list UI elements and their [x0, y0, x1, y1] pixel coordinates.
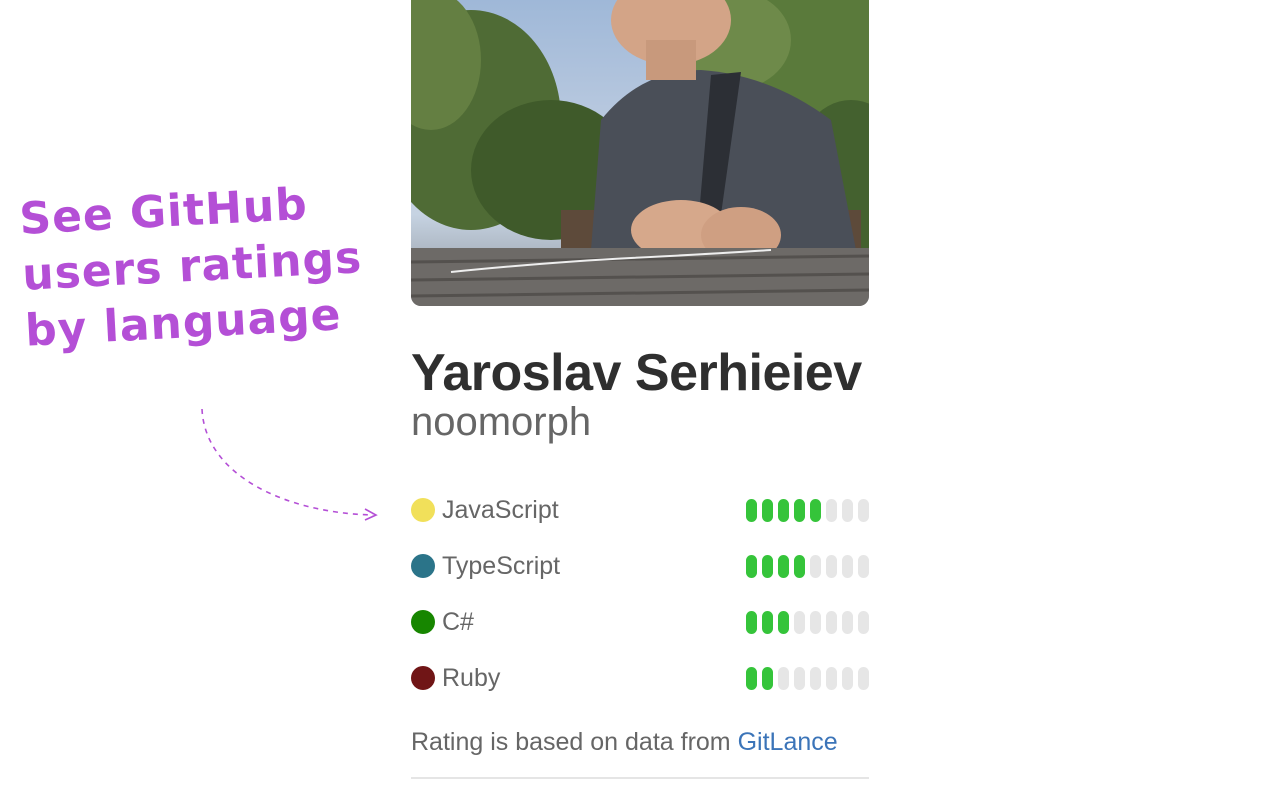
gitlance-link[interactable]: GitLance — [738, 728, 838, 756]
rating-bar-filled — [778, 554, 789, 578]
rating-bar-empty — [842, 666, 853, 690]
rating-bar-filled — [778, 610, 789, 634]
rating-bars — [746, 610, 869, 634]
rating-bar-filled — [762, 666, 773, 690]
rating-bar-filled — [794, 498, 805, 522]
language-name: Ruby — [442, 663, 501, 692]
rating-bar-empty — [826, 554, 837, 578]
language-ratings: JavaScript TypeScript C# Ruby — [411, 482, 869, 706]
rating-bar-empty — [842, 610, 853, 634]
rating-bar-filled — [762, 554, 773, 578]
annotation-text: See GitHub users ratings by language — [18, 173, 396, 360]
rating-bar-filled — [746, 554, 757, 578]
rating-bars — [746, 666, 869, 690]
rating-bar-empty — [858, 554, 869, 578]
language-name: JavaScript — [442, 495, 559, 524]
language-row: JavaScript — [411, 482, 869, 538]
rating-bar-filled — [762, 498, 773, 522]
language-row: TypeScript — [411, 538, 869, 594]
language-name: TypeScript — [442, 551, 561, 580]
rating-bar-filled — [746, 498, 757, 522]
language-color-dot — [411, 554, 435, 578]
language-row: C# — [411, 594, 869, 650]
language-name: C# — [442, 607, 474, 636]
rating-bar-empty — [810, 554, 821, 578]
rating-bar-filled — [810, 498, 821, 522]
rating-bar-filled — [778, 498, 789, 522]
rating-bar-filled — [746, 666, 757, 690]
language-row: Ruby — [411, 650, 869, 706]
rating-source-text: Rating is based on data from — [411, 728, 731, 756]
rating-bar-empty — [794, 666, 805, 690]
dashed-arrow — [201, 408, 378, 521]
rating-bar-empty — [842, 554, 853, 578]
profile-card: Yaroslav Serhieiev noomorph JavaScript T… — [411, 0, 869, 779]
profile-name: Yaroslav Serhieiev — [411, 344, 862, 402]
rating-bar-empty — [826, 610, 837, 634]
rating-bar-empty — [858, 498, 869, 522]
profile-photo — [411, 0, 869, 306]
rating-bar-filled — [762, 610, 773, 634]
profile-login: noomorph — [411, 400, 592, 444]
rating-bar-filled — [746, 610, 757, 634]
rating-bars — [746, 554, 869, 578]
rating-bar-empty — [778, 666, 789, 690]
rating-bars — [746, 498, 869, 522]
rating-bar-empty — [826, 666, 837, 690]
rating-bar-empty — [842, 498, 853, 522]
rating-bar-empty — [794, 610, 805, 634]
rating-bar-filled — [794, 554, 805, 578]
language-color-dot — [411, 610, 435, 634]
rating-source-note: Rating is based on data from GitLance — [411, 728, 869, 779]
rating-bar-empty — [810, 666, 821, 690]
profile-photo-illustration — [411, 0, 869, 306]
rating-bar-empty — [826, 498, 837, 522]
language-color-dot — [411, 666, 435, 690]
rating-bar-empty — [858, 666, 869, 690]
language-color-dot — [411, 498, 435, 522]
rating-bar-empty — [858, 610, 869, 634]
rating-bar-empty — [810, 610, 821, 634]
